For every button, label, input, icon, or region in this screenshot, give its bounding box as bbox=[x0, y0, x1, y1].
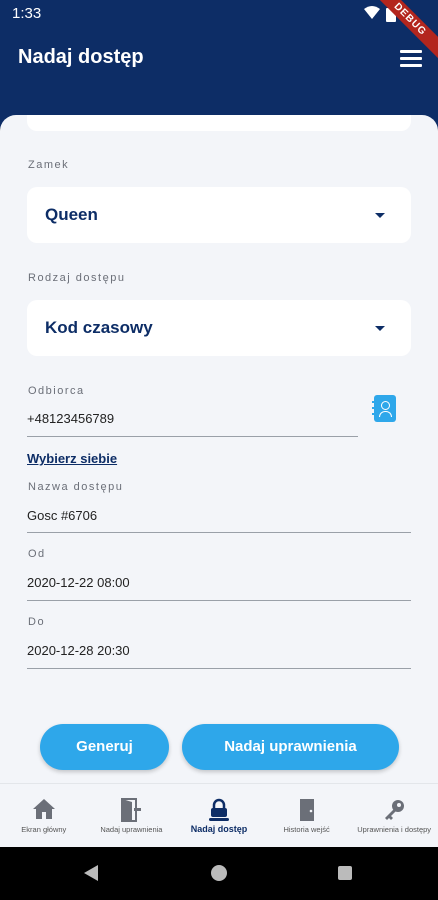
recipient-underline bbox=[27, 436, 358, 437]
home-circle-icon[interactable] bbox=[211, 865, 227, 881]
home-icon bbox=[32, 799, 55, 819]
to-label: Do bbox=[28, 616, 46, 628]
nav-item-home[interactable]: Ekran główny bbox=[0, 784, 88, 847]
lock-select-value: Queen bbox=[45, 205, 98, 224]
generate-button[interactable]: Generuj bbox=[40, 724, 169, 770]
debug-banner: DEBUG bbox=[368, 0, 438, 70]
nav-item-grant-permissions[interactable]: Nadaj uprawnienia bbox=[88, 784, 176, 847]
page-title: Nadaj dostęp bbox=[18, 46, 144, 68]
back-icon[interactable] bbox=[84, 865, 98, 881]
lock-select[interactable]: Queen bbox=[27, 187, 411, 243]
debug-banner-label: DEBUG bbox=[369, 0, 438, 61]
access-name-label: Nazwa dostępu bbox=[28, 481, 124, 493]
access-type-select-value: Kod czasowy bbox=[45, 318, 153, 337]
door-icon bbox=[299, 799, 314, 821]
status-time: 1:33 bbox=[12, 5, 42, 22]
key-icon bbox=[385, 800, 405, 820]
nav-item-entry-history[interactable]: Historia wejść bbox=[263, 784, 351, 847]
choose-self-link[interactable]: Wybierz siebie bbox=[27, 451, 117, 466]
access-name-field[interactable]: Gosc #6706 bbox=[27, 508, 97, 523]
to-field[interactable]: 2020-12-28 20:30 bbox=[27, 643, 130, 658]
door-open-icon bbox=[121, 798, 142, 822]
lock-icon bbox=[208, 798, 229, 821]
dropdown-arrow-icon bbox=[375, 213, 385, 218]
scrolled-card bbox=[27, 115, 411, 131]
to-underline bbox=[27, 668, 411, 669]
form-panel: Zamek Queen Rodzaj dostępu Kod czasowy O… bbox=[0, 115, 438, 783]
bottom-navigation: Ekran główny Nadaj uprawnienia Nadaj dos… bbox=[0, 783, 438, 847]
nav-item-permissions-access[interactable]: Uprawnienia i dostępy bbox=[350, 784, 438, 847]
system-navigation-bar bbox=[0, 847, 438, 900]
nav-label: Nadaj uprawnienia bbox=[100, 825, 163, 834]
nav-label: Uprawnienia i dostępy bbox=[357, 825, 432, 834]
contacts-book-icon[interactable] bbox=[372, 395, 396, 422]
from-label: Od bbox=[28, 548, 46, 560]
access-type-label: Rodzaj dostępu bbox=[28, 272, 126, 284]
from-field[interactable]: 2020-12-22 08:00 bbox=[27, 575, 130, 590]
from-underline bbox=[27, 600, 411, 601]
recent-apps-icon[interactable] bbox=[338, 866, 352, 880]
recipient-label: Odbiorca bbox=[28, 385, 85, 397]
access-name-underline bbox=[27, 532, 411, 533]
access-type-select[interactable]: Kod czasowy bbox=[27, 300, 411, 356]
nav-label: Ekran główny bbox=[21, 825, 67, 834]
lock-label: Zamek bbox=[28, 159, 70, 171]
nav-label: Nadaj dostęp bbox=[190, 824, 248, 834]
dropdown-arrow-icon bbox=[375, 326, 385, 331]
recipient-field[interactable]: +48123456789 bbox=[27, 411, 114, 426]
nav-label: Historia wejść bbox=[283, 825, 330, 834]
grant-permissions-button[interactable]: Nadaj uprawnienia bbox=[182, 724, 399, 770]
nav-item-grant-access[interactable]: Nadaj dostęp bbox=[175, 784, 263, 847]
